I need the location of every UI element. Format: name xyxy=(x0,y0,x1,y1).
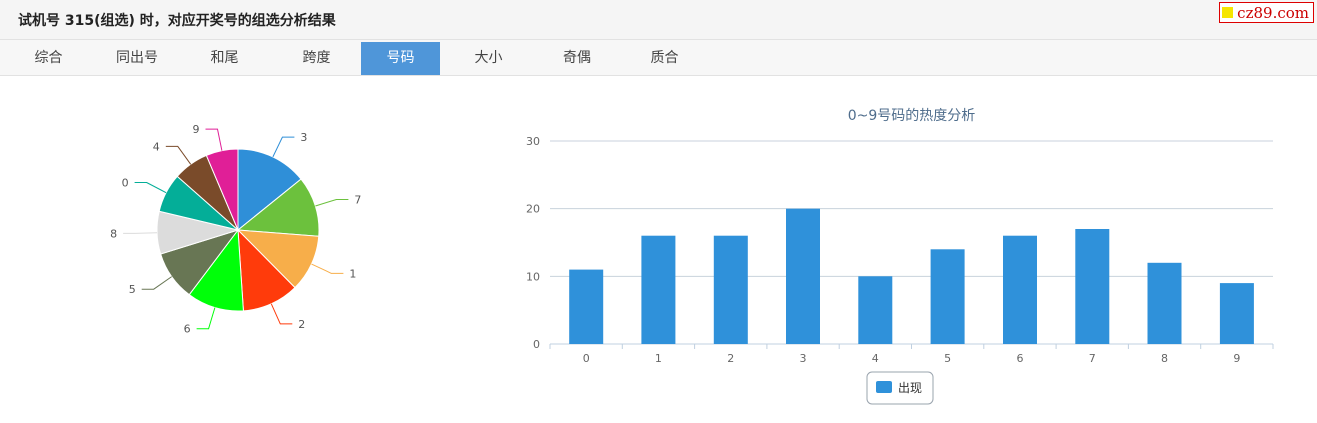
bar-4[interactable] xyxy=(858,276,893,344)
tab-kuadu[interactable]: 跨度 xyxy=(272,42,361,75)
bar-7[interactable] xyxy=(1075,229,1110,344)
pie-chart: 3 7 1 2 6 5 8 0 4 9 xyxy=(110,123,361,336)
pie-connector-8 xyxy=(123,232,158,234)
site-logo[interactable]: cz89.com xyxy=(1219,2,1314,23)
analysis-tabs: 综合 同出号 和尾 跨度 号码 大小 奇偶 质合 xyxy=(0,40,1317,76)
tab-zhihe[interactable]: 质合 xyxy=(617,42,712,75)
pie-label-6: 6 xyxy=(184,323,191,336)
tab-tongchuhao[interactable]: 同出号 xyxy=(97,42,177,75)
logo-text: cz89.com xyxy=(1237,3,1309,22)
bar-3[interactable] xyxy=(786,208,820,344)
x-tick-label-3: 3 xyxy=(800,352,807,365)
y-tick-label-20: 20 xyxy=(526,203,540,216)
title-bar: 试机号 315(组选) 时，对应开奖号的组选分析结果 cz89.com xyxy=(0,0,1317,40)
pie-connector-4 xyxy=(165,145,192,165)
pie-label-1: 1 xyxy=(349,267,356,280)
pie-label-4: 4 xyxy=(153,140,160,153)
pie-label-3: 3 xyxy=(300,131,307,144)
chart-panel: 3 7 1 2 6 5 8 0 4 9 0~9号码的热度分析 0 10 20 30 0 1 2 3 4 5 6 7 8 9 出现 xyxy=(0,76,1317,423)
bar-chart: 0~9号码的热度分析 0 10 20 30 0 1 2 3 4 5 6 7 8 9 出现 xyxy=(526,108,1274,405)
pie-label-2: 2 xyxy=(298,318,305,331)
x-tick-label-0: 0 xyxy=(583,352,590,365)
tab-zonghe[interactable]: 综合 xyxy=(0,42,97,75)
logo-square-icon xyxy=(1222,7,1234,18)
x-tick-label-6: 6 xyxy=(1017,352,1024,365)
tab-haoma[interactable]: 号码 xyxy=(361,42,440,75)
bar-chart-title: 0~9号码的热度分析 xyxy=(848,108,976,124)
pie-label-5: 5 xyxy=(129,283,136,296)
bar-9[interactable] xyxy=(1219,283,1254,344)
pie-connector-5 xyxy=(141,276,172,290)
tab-jiou[interactable]: 奇偶 xyxy=(537,42,617,75)
legend-label[interactable]: 出现 xyxy=(898,381,922,395)
bar-8[interactable] xyxy=(1147,262,1182,344)
x-tick-label-8: 8 xyxy=(1161,352,1168,365)
x-tick-label-4: 4 xyxy=(872,352,879,365)
y-tick-label-30: 30 xyxy=(526,135,540,148)
x-tick-label-5: 5 xyxy=(944,352,951,365)
pie-connector-0 xyxy=(134,182,167,194)
tab-daxiao[interactable]: 大小 xyxy=(440,42,537,75)
x-tick-label-2: 2 xyxy=(727,352,734,365)
y-tick-label-0: 0 xyxy=(533,338,540,351)
bar-5[interactable] xyxy=(930,249,965,344)
page-title: 试机号 315(组选) 时，对应开奖号的组选分析结果 xyxy=(18,13,336,29)
legend-swatch[interactable] xyxy=(876,381,892,393)
x-tick-label-1: 1 xyxy=(655,352,662,365)
x-tick-label-7: 7 xyxy=(1089,352,1096,365)
pie-label-9: 9 xyxy=(193,123,200,136)
bar-1[interactable] xyxy=(641,235,676,344)
bar-2[interactable] xyxy=(713,235,748,344)
pie-connector-2 xyxy=(270,303,293,325)
pie-label-7: 7 xyxy=(354,194,361,207)
pie-connector-6 xyxy=(196,307,216,330)
x-tick-label-9: 9 xyxy=(1233,352,1240,365)
pie-connector-7 xyxy=(315,199,349,207)
tab-hewei[interactable]: 和尾 xyxy=(177,42,272,75)
pie-label-8: 8 xyxy=(110,227,117,240)
bar-6[interactable] xyxy=(1003,235,1037,344)
pie-label-0: 0 xyxy=(122,177,129,190)
pie-connector-1 xyxy=(311,263,344,274)
pie-connector-3 xyxy=(272,136,295,158)
bar-0[interactable] xyxy=(569,269,604,344)
y-tick-label-10: 10 xyxy=(526,270,540,283)
pie-connector-9 xyxy=(205,128,223,151)
